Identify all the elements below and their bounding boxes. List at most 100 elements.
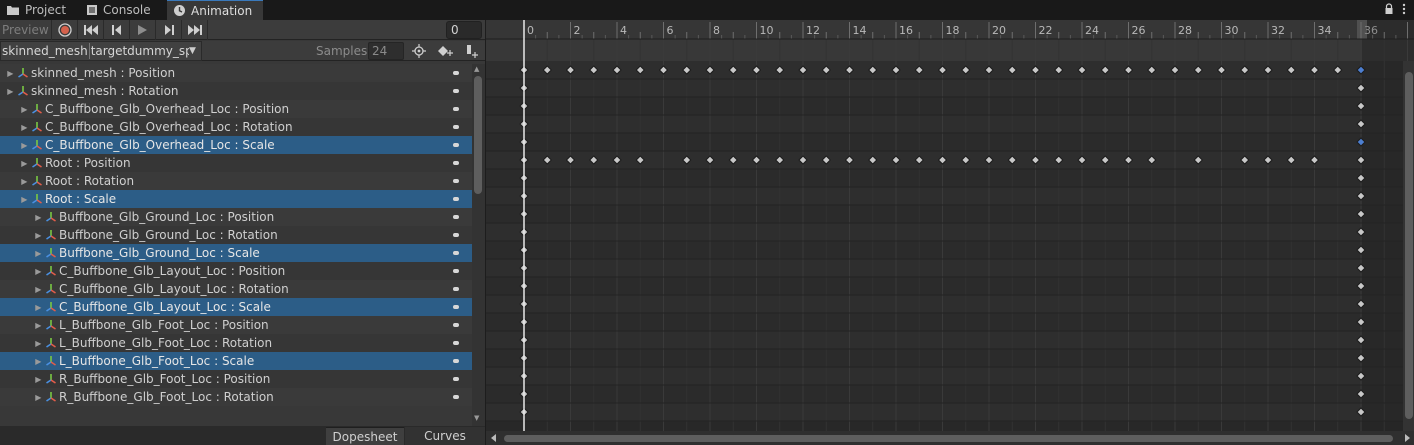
property-list-scrollbar[interactable]: ▲ ▼ [472,64,485,426]
previous-key-button[interactable] [104,20,130,40]
tab-animation[interactable]: Animation [167,0,263,20]
property-row[interactable]: ▶ Root : Scale [0,190,472,208]
property-row[interactable]: ▶ Buffbone_Glb_Ground_Loc : Position [0,208,472,226]
property-row[interactable]: ▶ C_Buffbone_Glb_Layout_Loc : Position [0,262,472,280]
expand-arrow-icon[interactable]: ▶ [0,285,44,294]
summary-lane[interactable] [486,61,1414,79]
clip-selector[interactable]: skinned_mesh targetdummy_spav ▼ [0,41,202,61]
expand-arrow-icon[interactable]: ▶ [0,87,16,96]
property-options-icon[interactable] [453,377,459,381]
property-row[interactable]: ▶ skinned_mesh : Position [0,64,472,82]
property-row[interactable]: ▶ L_Buffbone_Glb_Foot_Loc : Scale [0,352,472,370]
property-options-icon[interactable] [453,251,459,255]
timeline-vscroll-thumb[interactable] [1405,72,1413,419]
add-event-button[interactable] [459,41,483,61]
property-options-icon[interactable] [453,305,459,309]
property-options-icon[interactable] [453,197,459,201]
property-options-icon[interactable] [453,179,459,183]
property-row[interactable]: ▶ C_Buffbone_Glb_Layout_Loc : Rotation [0,280,472,298]
event-lane[interactable] [486,39,1414,61]
view-mode-tabs: Dopesheet Curves [0,426,485,445]
property-options-icon[interactable] [453,395,459,399]
property-row[interactable]: ▶ Buffbone_Glb_Ground_Loc : Rotation [0,226,472,244]
expand-arrow-icon[interactable]: ▶ [0,393,44,402]
property-row[interactable]: ▶ Buffbone_Glb_Ground_Loc : Scale [0,244,472,262]
add-keyframe-button[interactable] [433,41,457,61]
first-key-button[interactable] [78,20,104,40]
property-options-icon[interactable] [453,269,459,273]
step-forward-icon [164,25,174,35]
dopesheet-canvas[interactable]: 0 2 4 6 8 10 12 14 16 18 20 22 24 26 28 30 32 34 36 [486,20,1414,445]
expand-arrow-icon[interactable]: ▶ [0,339,44,348]
expand-arrow-icon[interactable]: ▶ [0,213,44,222]
expand-arrow-icon[interactable]: ▶ [0,231,44,240]
property-row[interactable]: ▶ L_Buffbone_Glb_Foot_Loc : Rotation [0,334,472,352]
preview-toggle[interactable]: Preview [0,20,52,40]
frame-selected-button[interactable] [407,41,431,61]
property-options-icon[interactable] [453,107,459,111]
timeline-hscroll-thumb[interactable] [504,435,1393,442]
expand-arrow-icon[interactable]: ▶ [0,249,44,258]
property-row[interactable]: ▶ Root : Position [0,154,472,172]
property-options-icon[interactable] [453,287,459,291]
property-row[interactable]: ▶ C_Buffbone_Glb_Overhead_Loc : Position [0,100,472,118]
scrollbar-thumb[interactable] [474,76,482,194]
dopesheet-timeline[interactable]: 0 2 4 6 8 10 12 14 16 18 20 22 24 26 28 30 32 34 36 [485,20,1414,445]
tab-project[interactable]: Project [0,0,80,20]
property-label: L_Buffbone_Glb_Foot_Loc : Position [59,318,269,332]
property-options-icon[interactable] [453,215,459,219]
tab-dopesheet[interactable]: Dopesheet [326,427,404,445]
track-row-bg [486,277,1414,295]
current-frame-field[interactable]: 0 [446,21,482,39]
property-options-icon[interactable] [453,323,459,327]
track-row-bg [486,169,1414,187]
expand-arrow-icon[interactable]: ▶ [0,375,44,384]
property-options-icon[interactable] [453,89,459,93]
property-row[interactable]: ▶ L_Buffbone_Glb_Foot_Loc : Position [0,316,472,334]
play-button[interactable] [130,20,156,40]
property-options-icon[interactable] [453,71,459,75]
track-row-bg [486,151,1414,169]
expand-arrow-icon[interactable]: ▶ [0,357,44,366]
property-row[interactable]: ▶ C_Buffbone_Glb_Overhead_Loc : Rotation [0,118,472,136]
expand-arrow-icon[interactable]: ▶ [0,159,30,168]
expand-arrow-icon[interactable]: ▶ [0,195,30,204]
property-row[interactable]: ▶ skinned_mesh : Rotation [0,82,472,100]
last-key-button[interactable] [182,20,208,40]
scroll-down-icon[interactable]: ▼ [474,414,479,422]
next-key-button[interactable] [156,20,182,40]
property-label: Buffbone_Glb_Ground_Loc : Position [59,210,275,224]
expand-arrow-icon[interactable]: ▶ [0,123,30,132]
samples-field[interactable]: 24 [368,42,404,60]
property-options-icon[interactable] [453,143,459,147]
frame-label: 8 [713,24,720,37]
expand-arrow-icon[interactable]: ▶ [0,321,44,330]
lock-icon[interactable] [1384,3,1394,15]
property-row[interactable]: ▶ Root : Rotation [0,172,472,190]
property-row[interactable]: ▶ R_Buffbone_Glb_Foot_Loc : Rotation [0,388,472,406]
track-row-bg [486,367,1414,385]
property-row[interactable]: ▶ R_Buffbone_Glb_Foot_Loc : Position [0,370,472,388]
skip-to-end-icon [187,25,202,35]
scroll-up-icon[interactable]: ▲ [474,65,479,73]
property-options-icon[interactable] [453,341,459,345]
expand-arrow-icon[interactable]: ▶ [0,69,16,78]
property-options-icon[interactable] [453,233,459,237]
tab-curves[interactable]: Curves [405,427,485,445]
clip-object-label: skinned_mesh [2,44,88,58]
property-options-icon[interactable] [453,125,459,129]
property-row[interactable]: ▶ C_Buffbone_Glb_Overhead_Loc : Scale [0,136,472,154]
expand-arrow-icon[interactable]: ▶ [0,177,30,186]
property-label: C_Buffbone_Glb_Overhead_Loc : Position [45,102,290,116]
property-options-icon[interactable] [453,161,459,165]
expand-arrow-icon[interactable]: ▶ [0,105,30,114]
record-button[interactable] [52,20,78,40]
property-options-icon[interactable] [453,359,459,363]
more-options-icon[interactable] [1402,3,1406,15]
expand-arrow-icon[interactable]: ▶ [0,303,44,312]
tab-console[interactable]: Console [80,0,166,20]
property-row[interactable]: ▶ C_Buffbone_Glb_Layout_Loc : Scale [0,298,472,316]
animation-property-panel: Preview 0 skinned_mesh targetdummy_spav … [0,20,485,445]
expand-arrow-icon[interactable]: ▶ [0,267,44,276]
expand-arrow-icon[interactable]: ▶ [0,141,30,150]
